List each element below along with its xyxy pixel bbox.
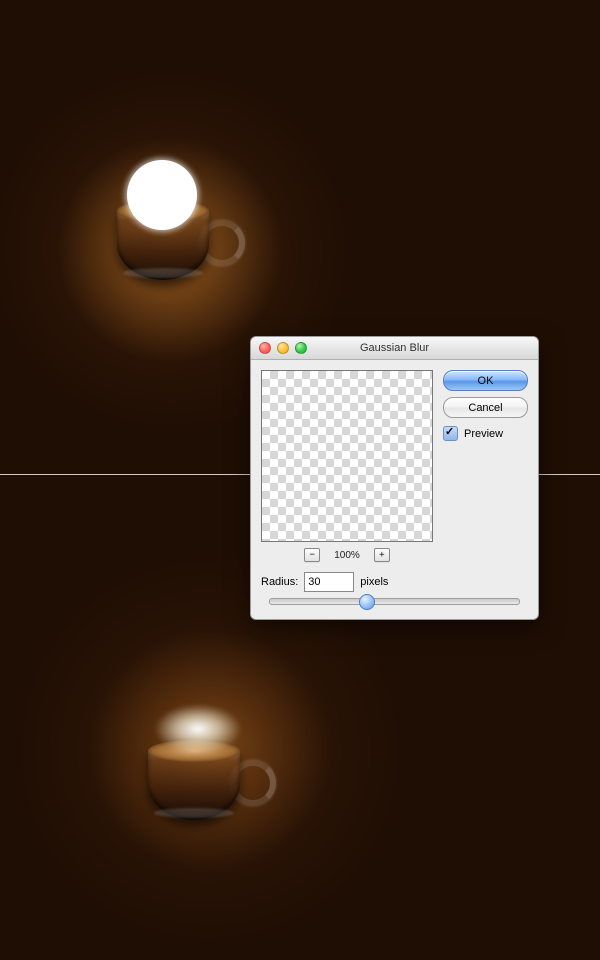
minimize-window-button[interactable] [277,342,289,354]
zoom-in-button[interactable]: + [374,548,390,562]
radius-slider[interactable] [269,598,520,605]
highlight-circle-before [127,160,197,230]
preview-checkbox[interactable] [443,426,458,441]
ok-button-label: OK [478,375,494,387]
ok-button[interactable]: OK [443,370,528,391]
zoom-out-button[interactable]: − [304,548,320,562]
radius-label: Radius: [261,576,298,588]
radius-unit-label: pixels [360,576,388,588]
preview-checkbox-label: Preview [464,428,503,440]
minus-icon: − [309,550,314,560]
window-controls [251,342,307,354]
cancel-button[interactable]: Cancel [443,397,528,418]
cancel-button-label: Cancel [468,402,502,414]
gaussian-blur-dialog: Gaussian Blur − 100% + OK [250,336,539,620]
zoom-level-text: 100% [334,550,360,561]
coffee-cup-top [117,180,237,290]
highlight-blur-after [154,704,242,754]
dialog-titlebar[interactable]: Gaussian Blur [251,337,538,360]
radius-slider-thumb[interactable] [359,594,375,610]
radius-input[interactable] [304,572,354,592]
zoom-window-button[interactable] [295,342,307,354]
coffee-cup-bottom [148,720,268,810]
close-window-button[interactable] [259,342,271,354]
workspace-canvas: Gaussian Blur − 100% + OK [0,0,600,960]
plus-icon: + [379,550,384,560]
preview-checkbox-row[interactable]: Preview [443,426,528,441]
cup-body-bottom [148,750,240,820]
preview-area[interactable] [261,370,433,542]
